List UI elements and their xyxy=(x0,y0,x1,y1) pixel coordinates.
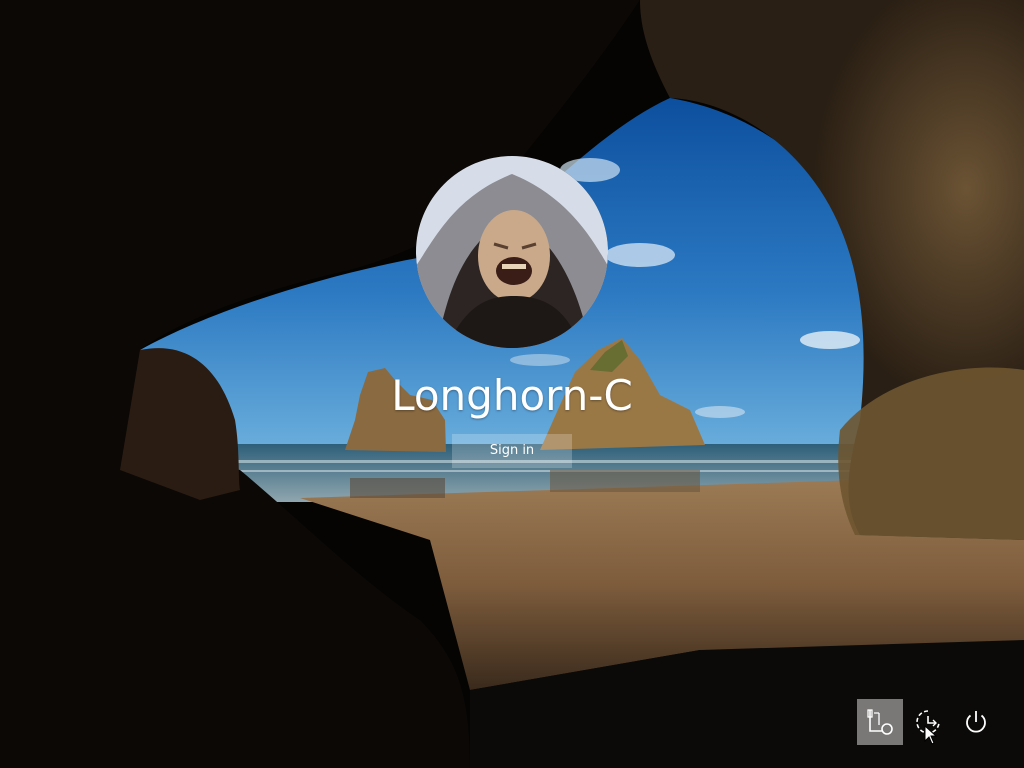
user-avatar xyxy=(416,156,608,348)
power-icon xyxy=(966,711,986,733)
sign-in-button[interactable]: Sign in xyxy=(452,434,572,468)
network-button[interactable] xyxy=(857,699,903,745)
username: Longhorn-C xyxy=(391,371,633,420)
mouse-cursor-icon xyxy=(924,725,938,745)
network-icon xyxy=(867,709,893,735)
power-button[interactable] xyxy=(953,699,999,745)
